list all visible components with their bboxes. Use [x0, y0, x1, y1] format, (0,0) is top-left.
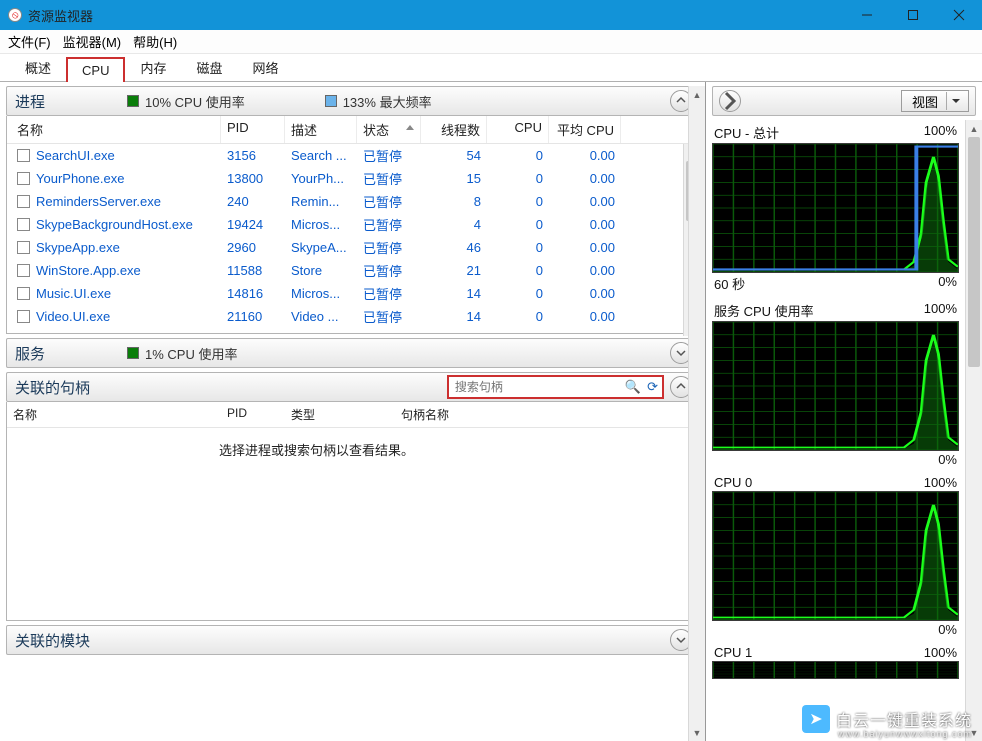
tab-cpu[interactable]: CPU	[66, 57, 125, 82]
graph-plot	[712, 143, 959, 273]
handles-header[interactable]: 关联的句柄 🔍 ⟳	[6, 372, 701, 402]
services-header[interactable]: 服务 1% CPU 使用率	[6, 338, 701, 368]
menubar: 文件(F) 监视器(M) 帮助(H)	[0, 30, 982, 54]
handles-body: 选择进程或搜索句柄以查看结果。	[7, 428, 700, 620]
maximize-button[interactable]	[890, 0, 936, 30]
menu-monitor[interactable]: 监视器(M)	[63, 32, 122, 51]
table-row[interactable]: SkypeBackgroundHost.exe19424Micros...已暂停…	[7, 213, 700, 236]
row-checkbox[interactable]	[17, 310, 30, 323]
row-checkbox[interactable]	[17, 264, 30, 277]
col-threads[interactable]: 线程数	[421, 116, 487, 143]
handles-table: 名称 PID 类型 句柄名称 选择进程或搜索句柄以查看结果。	[6, 402, 701, 621]
menu-file[interactable]: 文件(F)	[8, 32, 51, 51]
graph-card: CPU - 总计 100% 60 秒 0%	[712, 122, 959, 294]
processes-table: 名称 PID 描述 状态 线程数 CPU 平均 CPU SearchUI.exe…	[6, 116, 701, 334]
processes-title: 进程	[15, 91, 115, 112]
row-checkbox[interactable]	[17, 195, 30, 208]
services-cpu-meter: 1% CPU 使用率	[127, 344, 237, 363]
handles-title: 关联的句柄	[15, 377, 90, 398]
graph-plot	[712, 661, 959, 679]
graph-min: 0%	[938, 274, 957, 293]
graph-title: CPU 1	[714, 645, 752, 660]
watermark-sub: www.baiyunwwwxitong.com	[838, 729, 972, 739]
tab-memory[interactable]: 内存	[125, 53, 181, 81]
modules-title: 关联的模块	[15, 630, 115, 651]
search-icon[interactable]: 🔍	[625, 379, 641, 395]
graph-min: 0%	[938, 622, 957, 637]
handles-search-wrap: 🔍 ⟳	[447, 375, 664, 399]
services-title: 服务	[15, 343, 115, 364]
row-checkbox[interactable]	[17, 287, 30, 300]
graph-title: CPU 0	[714, 475, 752, 490]
hcol-handle[interactable]: 句柄名称	[395, 402, 595, 427]
graph-title: CPU - 总计	[714, 123, 779, 142]
titlebar: ⦸ 资源监视器	[0, 0, 982, 30]
tabs: 概述 CPU 内存 磁盘 网络	[0, 54, 982, 82]
handles-search-input[interactable]	[451, 380, 621, 394]
refresh-icon[interactable]: ⟳	[647, 379, 658, 395]
hcol-type[interactable]: 类型	[285, 402, 395, 427]
watermark-text: 白云一键重装系统	[836, 707, 972, 731]
cpu-usage-meter: 10% CPU 使用率	[127, 92, 245, 111]
graph-card: CPU 1 100%	[712, 644, 959, 679]
col-status[interactable]: 状态	[357, 116, 421, 143]
graphs-container: CPU - 总计 100% 60 秒 0% 服务 CPU 使用率 100% 0% CPU 0 1…	[712, 122, 976, 679]
graph-nav-icon[interactable]	[719, 90, 741, 112]
col-cpu[interactable]: CPU	[487, 116, 549, 143]
graph-plot	[712, 321, 959, 451]
processes-table-header: 名称 PID 描述 状态 线程数 CPU 平均 CPU	[7, 116, 700, 144]
graph-max: 100%	[924, 301, 957, 320]
table-row[interactable]: SearchUI.exe3156Search ...已暂停5400.00	[7, 144, 700, 167]
table-row[interactable]: RemindersServer.exe240Remin...已暂停800.00	[7, 190, 700, 213]
processes-header[interactable]: 进程 10% CPU 使用率 133% 最大频率	[6, 86, 701, 116]
graph-max: 100%	[924, 475, 957, 490]
right-pane-scrollbar[interactable]: ▲ ▼	[965, 120, 982, 741]
graph-card: CPU 0 100% 0%	[712, 474, 959, 638]
view-bar: 视图	[712, 86, 976, 116]
table-row[interactable]: SkypeApp.exe2960SkypeA...已暂停4600.00	[7, 236, 700, 259]
col-pid[interactable]: PID	[221, 116, 285, 143]
app-title: 资源监视器	[28, 6, 844, 25]
row-checkbox[interactable]	[17, 172, 30, 185]
row-checkbox[interactable]	[17, 218, 30, 231]
handles-empty-msg: 选择进程或搜索句柄以查看结果。	[19, 440, 688, 459]
graph-xaxis: 60 秒	[714, 274, 745, 293]
row-checkbox[interactable]	[17, 241, 30, 254]
left-pane-scrollbar[interactable]: ▲ ▼	[688, 86, 705, 741]
graph-max: 100%	[924, 645, 957, 660]
table-row[interactable]: Music.UI.exe14816Micros...已暂停1400.00	[7, 282, 700, 305]
processes-table-body[interactable]: SearchUI.exe3156Search ...已暂停5400.00Your…	[7, 144, 700, 336]
graph-min: 0%	[938, 452, 957, 467]
row-checkbox[interactable]	[17, 149, 30, 162]
table-row[interactable]: YourPhone.exe13800YourPh...已暂停1500.00	[7, 167, 700, 190]
tab-network[interactable]: 网络	[238, 53, 294, 81]
right-pane: 视图 CPU - 总计100%60 秒0%服务 CPU 使用率100%0%CPU…	[706, 82, 982, 741]
tab-overview[interactable]: 概述	[10, 53, 66, 81]
graph-card: 服务 CPU 使用率 100% 0%	[712, 300, 959, 468]
col-name[interactable]: 名称	[7, 116, 221, 143]
close-button[interactable]	[936, 0, 982, 30]
table-row[interactable]: WinStore.App.exe11588Store已暂停2100.00	[7, 259, 700, 282]
hcol-name[interactable]: 名称	[7, 402, 221, 427]
hcol-pid[interactable]: PID	[221, 402, 285, 427]
view-dropdown[interactable]: 视图	[901, 90, 969, 112]
view-label: 视图	[912, 92, 938, 111]
col-avg[interactable]: 平均 CPU	[549, 116, 621, 143]
modules-header[interactable]: 关联的模块	[6, 625, 701, 655]
app-icon: ⦸	[8, 8, 22, 22]
menu-help[interactable]: 帮助(H)	[133, 32, 177, 51]
left-pane: 进程 10% CPU 使用率 133% 最大频率 名称 PID 描述 状态 线程…	[0, 82, 706, 741]
table-row[interactable]: Video.UI.exe21160Video ...已暂停1400.00	[7, 305, 700, 328]
max-freq-meter: 133% 最大频率	[325, 92, 432, 111]
graph-title: 服务 CPU 使用率	[714, 301, 814, 320]
graph-plot	[712, 491, 959, 621]
minimize-button[interactable]	[844, 0, 890, 30]
col-desc[interactable]: 描述	[285, 116, 357, 143]
graph-max: 100%	[924, 123, 957, 142]
tab-disk[interactable]: 磁盘	[181, 53, 237, 81]
watermark: ➤ 白云一键重装系统 www.baiyunwwwxitong.com	[802, 705, 972, 733]
handles-table-header: 名称 PID 类型 句柄名称	[7, 402, 700, 428]
watermark-icon: ➤	[802, 705, 830, 733]
chevron-down-icon	[946, 92, 964, 110]
